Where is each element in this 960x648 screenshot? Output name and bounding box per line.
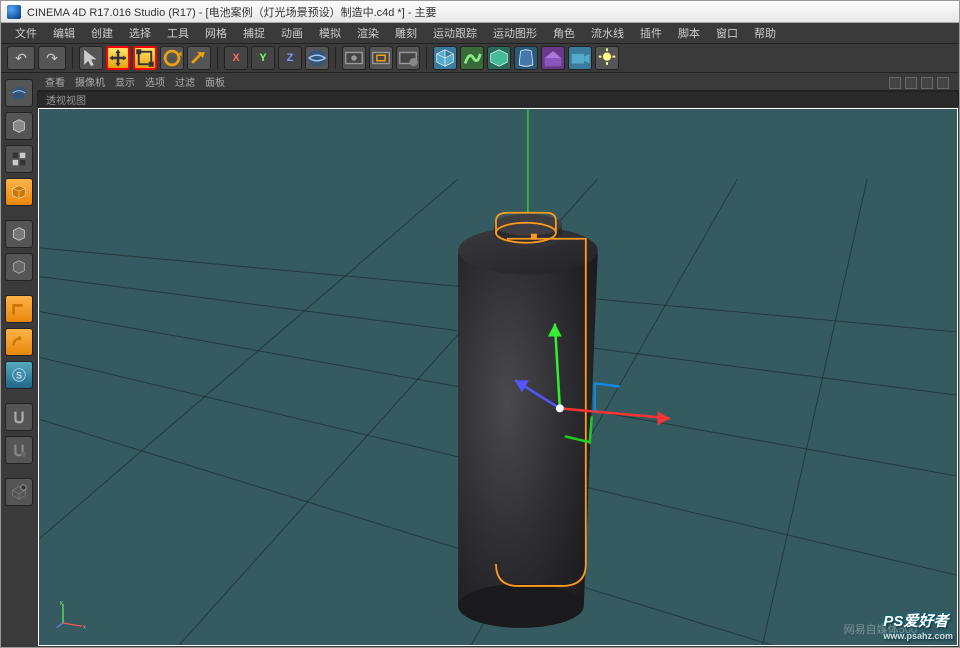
texture-mode-button[interactable] [5, 178, 33, 206]
render-settings-button[interactable] [396, 46, 420, 70]
x-axis-lock[interactable]: X [224, 46, 248, 70]
viewport-menu: 查看 摄像机 显示 选项 过滤 面板 [37, 73, 959, 91]
viewport-scene [39, 109, 957, 646]
viewtab-camera[interactable]: 摄像机 [75, 74, 105, 89]
camera-button[interactable] [568, 46, 592, 70]
mini-axis-indicator: x y [55, 599, 87, 631]
menu-render[interactable]: 渲染 [351, 23, 385, 43]
primitive-cube-button[interactable] [433, 46, 457, 70]
watermark-url: www.psahz.com [883, 631, 953, 641]
soft-select-button[interactable] [5, 478, 33, 506]
move-tool[interactable] [106, 46, 130, 70]
live-select-tool[interactable] [79, 46, 103, 70]
separator [72, 47, 73, 69]
main-toolbar: ↶ ↷ X Y Z [1, 43, 959, 73]
title-bar: CINEMA 4D R17.016 Studio (R17) - [电池案例（灯… [1, 1, 959, 23]
viewtab-panel[interactable]: 面板 [205, 74, 225, 89]
menu-edit[interactable]: 编辑 [47, 23, 81, 43]
edge-mode-button[interactable] [5, 328, 33, 356]
app-window: CINEMA 4D R17.016 Studio (R17) - [电池案例（灯… [0, 0, 960, 648]
workspace: S 查看 摄像机 显示 选项 过滤 面板 [1, 73, 959, 647]
menu-script[interactable]: 脚本 [672, 23, 706, 43]
axis-mode-button[interactable] [5, 253, 33, 281]
menu-help[interactable]: 帮助 [748, 23, 782, 43]
point-mode-button[interactable] [5, 295, 33, 323]
perspective-viewport[interactable]: x y 网易自媒体500 PS爱好者 www.psahz.com [38, 108, 958, 646]
menu-tools[interactable]: 工具 [161, 23, 195, 43]
light-button[interactable] [595, 46, 619, 70]
menu-window[interactable]: 窗口 [710, 23, 744, 43]
nav-zoom-icon[interactable] [905, 77, 917, 89]
svg-text:y: y [60, 600, 63, 606]
scale-tool[interactable] [133, 46, 157, 70]
menu-plugin[interactable]: 插件 [634, 23, 668, 43]
left-tool-panel: S [1, 73, 37, 647]
separator [426, 47, 427, 69]
spline-button[interactable] [460, 46, 484, 70]
menu-motion-track[interactable]: 运动跟踪 [427, 23, 483, 43]
undo-button[interactable]: ↶ [7, 46, 35, 70]
model-mode-button[interactable] [5, 145, 33, 173]
viewtab-options[interactable]: 选项 [145, 74, 165, 89]
watermark-brand: PS爱好者 www.psahz.com [883, 610, 953, 641]
nav-rotate-icon[interactable] [921, 77, 933, 89]
menu-mesh[interactable]: 网格 [199, 23, 233, 43]
title-text: CINEMA 4D R17.016 Studio (R17) - [电池案例（灯… [27, 4, 437, 20]
svg-text:S: S [16, 371, 22, 381]
render-view-button[interactable] [342, 46, 366, 70]
menu-create[interactable]: 创建 [85, 23, 119, 43]
menu-sim[interactable]: 模拟 [313, 23, 347, 43]
menu-select[interactable]: 选择 [123, 23, 157, 43]
menu-bar: 文件 编辑 创建 选择 工具 网格 捕捉 动画 模拟 渲染 雕刻 运动跟踪 运动… [1, 23, 959, 43]
separator [217, 47, 218, 69]
app-icon [7, 5, 21, 19]
menu-sculpt[interactable]: 雕刻 [389, 23, 423, 43]
z-axis-lock[interactable]: Z [278, 46, 302, 70]
view-area: 查看 摄像机 显示 选项 过滤 面板 透视视图 [37, 73, 959, 647]
viewtab-filter[interactable]: 过滤 [175, 74, 195, 89]
render-region-button[interactable] [369, 46, 393, 70]
menu-character[interactable]: 角色 [547, 23, 581, 43]
menu-snap[interactable]: 捕捉 [237, 23, 271, 43]
polygon-mode-button[interactable]: S [5, 361, 33, 389]
viewtab-view[interactable]: 查看 [45, 74, 65, 89]
menu-mograph[interactable]: 运动图形 [487, 23, 543, 43]
viewport-nav-icons [889, 77, 949, 89]
viewport-label-bar: 透视视图 [37, 91, 959, 107]
nav-layout-icon[interactable] [937, 77, 949, 89]
make-editable-button[interactable] [5, 112, 33, 140]
viewtab-display[interactable]: 显示 [115, 74, 135, 89]
menu-file[interactable]: 文件 [9, 23, 43, 43]
generator-button[interactable] [487, 46, 511, 70]
watermark-brand-text: PS爱好者 [883, 613, 948, 630]
nav-pan-icon[interactable] [889, 77, 901, 89]
workplane-button[interactable] [5, 436, 33, 464]
svg-text:x: x [83, 625, 86, 631]
rotate-tool[interactable] [160, 46, 184, 70]
separator [335, 47, 336, 69]
snap-enable-button[interactable] [5, 403, 33, 431]
last-tool[interactable] [187, 46, 211, 70]
menu-anim[interactable]: 动画 [275, 23, 309, 43]
deformer-button[interactable] [514, 46, 538, 70]
content-browser-button[interactable] [5, 79, 33, 107]
coord-system-button[interactable] [305, 46, 329, 70]
viewport-label: 透视视图 [46, 92, 86, 107]
redo-button[interactable]: ↷ [38, 46, 66, 70]
menu-pipeline[interactable]: 流水线 [585, 23, 630, 43]
environment-button[interactable] [541, 46, 565, 70]
object-mode-button[interactable] [5, 220, 33, 248]
y-axis-lock[interactable]: Y [251, 46, 275, 70]
